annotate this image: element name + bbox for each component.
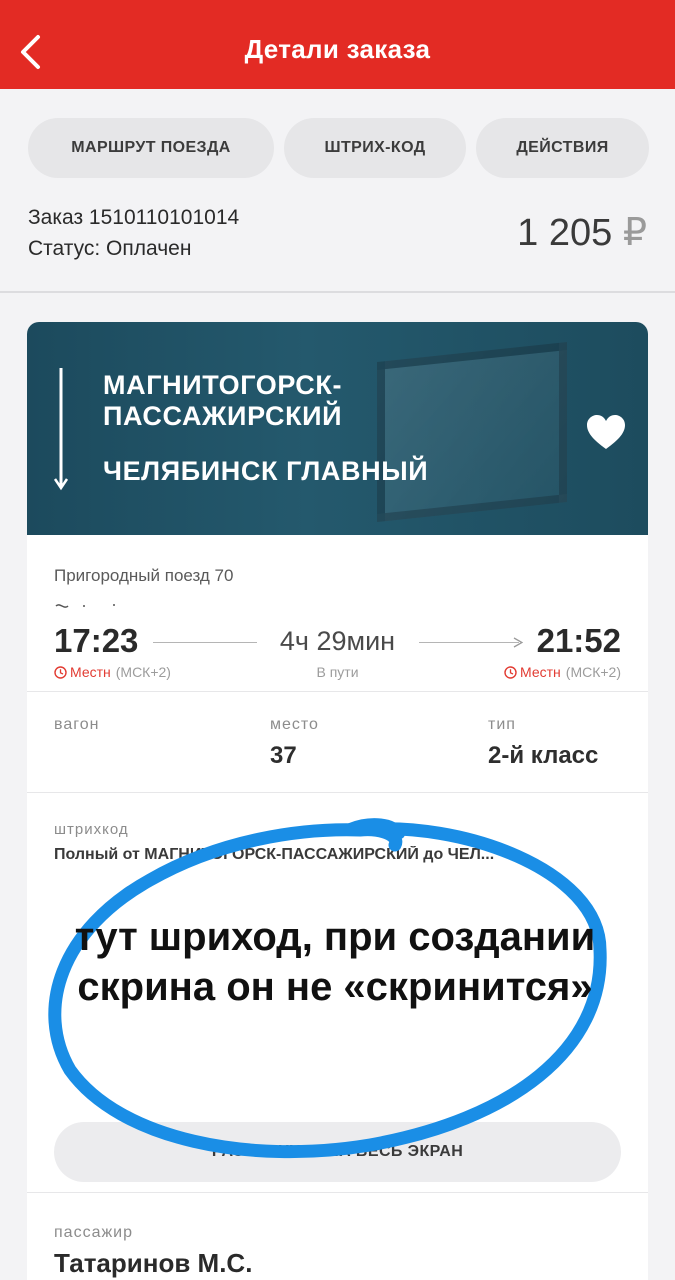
divider	[27, 691, 648, 692]
order-price: 1 205 ₽	[517, 210, 647, 255]
clock-icon	[504, 665, 517, 679]
seat-value: 37	[270, 742, 297, 769]
route-destination: ЧЕЛЯБИНСК ГЛАВНЫЙ	[103, 456, 429, 486]
train-window-background	[377, 342, 567, 522]
currency-symbol: ₽	[622, 212, 647, 254]
order-status: Статус: Оплачен	[28, 237, 192, 260]
tab-actions[interactable]: ДЕЙСТВИЯ	[476, 118, 649, 178]
tab-train-route[interactable]: МАРШРУТ ПОЕЗДА	[28, 118, 274, 178]
passenger-name: Татаринов М.С.	[54, 1248, 253, 1278]
timezone-local-label: Местн	[520, 664, 561, 680]
redaction-scribble	[55, 604, 115, 608]
top-app-bar: Детали заказа	[0, 0, 675, 89]
class-value: 2-й класс	[488, 742, 599, 769]
annotation-text: тут шриход, при создании скрина он не «с…	[74, 915, 596, 1009]
arrival-time: 21:52	[536, 622, 621, 659]
passenger-label: пассажир	[54, 1224, 133, 1241]
train-type: Пригородный поезд 70	[54, 566, 234, 585]
tab-barcode[interactable]: ШТРИХ-КОД	[284, 118, 466, 178]
ticket-card: МАГНИТОГОРСК-ПАССАЖИРСКИЙ ЧЕЛЯБИНСК ГЛАВ…	[27, 322, 648, 1280]
barcode-label: штрихкод	[54, 821, 129, 838]
order-tabs: МАРШРУТ ПОЕЗДА ШТРИХ-КОД ДЕЙСТВИЯ	[28, 118, 649, 178]
timeline-right	[419, 642, 519, 643]
route-origin: МАГНИТОГОРСК-ПАССАЖИРСКИЙ	[103, 370, 343, 431]
arrow-right-icon	[513, 637, 523, 648]
order-number: Заказ 1510110101014	[28, 206, 240, 229]
seat-label: место	[270, 716, 319, 733]
price-amount: 1 205	[517, 212, 613, 254]
expand-fullscreen-button[interactable]: РАЗВЕРНУТЬ НА ВЕСЬ ЭКРАН	[54, 1122, 621, 1182]
heart-icon[interactable]	[586, 415, 626, 451]
page-title: Детали заказа	[244, 34, 431, 64]
class-label: тип	[488, 716, 516, 733]
arrival-timezone: Местн (МСК+2)	[504, 664, 621, 680]
timezone-offset: (МСК+2)	[565, 664, 621, 680]
divider	[27, 792, 648, 793]
divider	[27, 1192, 648, 1193]
wagon-label: вагон	[54, 716, 100, 733]
divider	[0, 291, 675, 293]
barcode-description: Полный от МАГНИТОГОРСК-ПАССАЖИРСКИЙ до Ч…	[54, 846, 495, 863]
route-arrow-icon	[53, 368, 69, 491]
route-header: МАГНИТОГОРСК-ПАССАЖИРСКИЙ ЧЕЛЯБИНСК ГЛАВ…	[27, 322, 648, 535]
